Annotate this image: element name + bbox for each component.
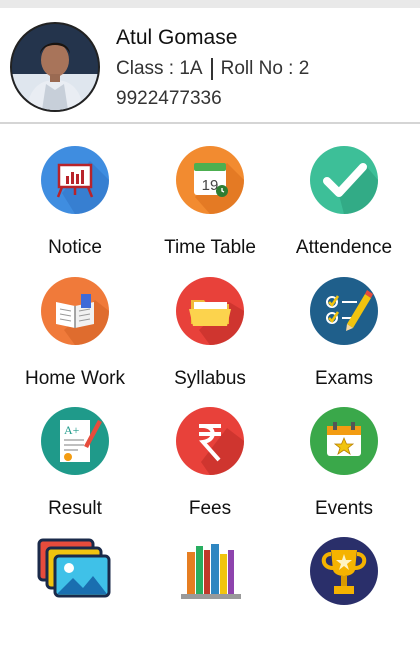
menu-library[interactable] [140, 536, 280, 666]
menu-label-time-table: Time Table [164, 237, 256, 258]
student-name: Atul Gomase [116, 26, 238, 49]
bookshelf-icon [175, 536, 245, 606]
class-roll-info: Class : 1A Roll No : 2 [116, 58, 309, 80]
menu-achievements[interactable] [274, 536, 414, 666]
menu-label-attendence: Attendence [295, 237, 393, 258]
calendar-icon: 19 [175, 145, 245, 215]
menu-events[interactable]: Events [274, 406, 414, 536]
menu-exams[interactable]: Exams [274, 276, 414, 406]
checkmark-icon [309, 145, 379, 215]
class-label: Class : 1A [116, 58, 203, 80]
profile-card[interactable]: Atul Gomase Class : 1A Roll No : 2 992247… [0, 8, 420, 122]
avatar [10, 22, 100, 112]
menu-label-result: Result [48, 498, 102, 519]
event-calendar-icon [309, 406, 379, 476]
notice-board-icon [40, 145, 110, 215]
menu-home-work[interactable]: Home Work [5, 276, 145, 406]
menu-gallery[interactable] [5, 536, 145, 666]
divider [0, 122, 420, 124]
open-book-icon [40, 276, 110, 346]
menu-syllabus[interactable]: Syllabus [140, 276, 280, 406]
menu-attendence[interactable]: Attendence [274, 145, 414, 275]
phone-number: 9922477336 [116, 88, 222, 109]
menu-label-home-work: Home Work [25, 368, 125, 389]
photo-gallery-icon [37, 536, 111, 606]
top-status-strip [0, 0, 420, 8]
menu-label-syllabus: Syllabus [174, 368, 246, 389]
menu-time-table[interactable]: 19 Time Table [140, 145, 280, 275]
menu-label-fees: Fees [188, 498, 232, 519]
menu-notice[interactable]: Notice [5, 145, 145, 275]
svg-text:19: 19 [202, 177, 219, 194]
folder-icon [175, 276, 245, 346]
separator [210, 58, 213, 80]
checklist-pencil-icon [309, 276, 379, 346]
rupee-icon [175, 406, 245, 476]
menu-label-notice: Notice [48, 237, 102, 258]
menu-label-events: Events [314, 498, 374, 519]
svg-text:A+: A+ [64, 423, 80, 437]
menu-result[interactable]: A+ Result [5, 406, 145, 536]
menu-label-exams: Exams [314, 368, 374, 389]
report-card-icon: A+ [40, 406, 110, 476]
menu-fees[interactable]: Fees [140, 406, 280, 536]
roll-label: Roll No : 2 [220, 58, 310, 80]
trophy-icon [309, 536, 379, 606]
